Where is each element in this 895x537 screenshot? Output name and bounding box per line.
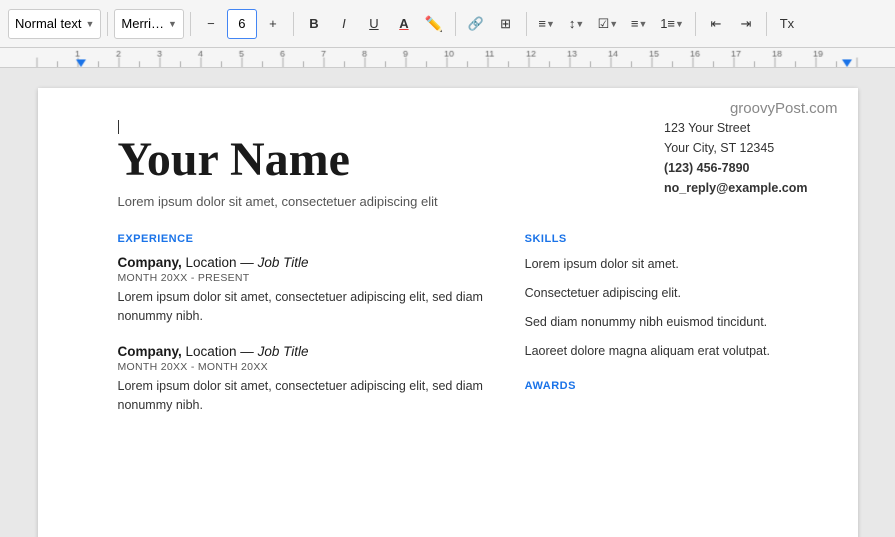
list-button[interactable]: ≡▼: [625, 9, 653, 39]
jobtitle-2: Job Title: [258, 344, 309, 359]
style-chevron-icon: ▼: [85, 19, 94, 29]
separator-1: [107, 12, 108, 36]
align-button[interactable]: ≡▼: [533, 9, 561, 39]
separator-2: [190, 12, 191, 36]
font-dropdown[interactable]: Merri… ▼: [114, 9, 184, 39]
toolbar: Normal text ▼ Merri… ▼ − + B I U A ✏️ 🔗 …: [0, 0, 895, 48]
font-size-decrease-button[interactable]: −: [197, 9, 225, 39]
job-date-2: MONTH 20XX - MONTH 20XX: [118, 361, 495, 373]
your-name: Your Name: [118, 134, 665, 187]
increase-indent-button[interactable]: ⇥: [732, 9, 760, 39]
body-right: SKILLS Lorem ipsum dolor sit amet. Conse…: [525, 233, 808, 432]
document-area[interactable]: groovyPost.com Your Name Lorem ipsum dol…: [0, 68, 895, 537]
cursor-indicator: [118, 118, 665, 134]
experience-title: EXPERIENCE: [118, 233, 495, 245]
resume-header: Your Name Lorem ipsum dolor sit amet, co…: [118, 118, 808, 213]
page: groovyPost.com Your Name Lorem ipsum dol…: [38, 88, 858, 537]
job-date-1: MONTH 20XX - PRESENT: [118, 272, 495, 284]
bold-button[interactable]: B: [300, 9, 328, 39]
link-button[interactable]: 🔗: [462, 9, 490, 39]
font-size-increase-button[interactable]: +: [259, 9, 287, 39]
style-label: Normal text: [15, 16, 81, 31]
skill-4: Laoreet dolore magna aliquam erat volutp…: [525, 342, 808, 361]
font-size-box: [227, 9, 257, 39]
skills-title: SKILLS: [525, 233, 808, 245]
ruler: [0, 48, 895, 68]
font-label: Merri…: [121, 16, 164, 31]
company-1: Company,: [118, 255, 182, 270]
ordered-list-button[interactable]: 1≡▼: [655, 9, 689, 39]
job-desc-2: Lorem ipsum dolor sit amet, consectetuer…: [118, 377, 495, 415]
header-right: 123 Your Street Your City, ST 12345 (123…: [664, 118, 808, 198]
ruler-canvas: [0, 48, 895, 67]
insert-button[interactable]: ⊞: [492, 9, 520, 39]
company-2: Company,: [118, 344, 182, 359]
job-entry-1: Company, Location — Job Title MONTH 20XX…: [118, 255, 495, 326]
watermark: groovyPost.com: [730, 100, 838, 117]
header-left: Your Name Lorem ipsum dolor sit amet, co…: [118, 118, 665, 213]
decrease-indent-button[interactable]: ⇤: [702, 9, 730, 39]
font-chevron-icon: ▼: [168, 19, 177, 29]
highlight-button[interactable]: ✏️: [420, 9, 449, 39]
separator-4: [455, 12, 456, 36]
skill-1: Lorem ipsum dolor sit amet.: [525, 255, 808, 274]
job-desc-1: Lorem ipsum dolor sit amet, consectetuer…: [118, 288, 495, 326]
email: no_reply@example.com: [664, 178, 808, 198]
resume-body: EXPERIENCE Company, Location — Job Title…: [118, 233, 808, 432]
phone: (123) 456-7890: [664, 158, 808, 178]
clear-formatting-button[interactable]: Tx: [773, 9, 801, 39]
separator-3: [293, 12, 294, 36]
text-color-button[interactable]: A: [390, 9, 418, 39]
style-dropdown[interactable]: Normal text ▼: [8, 9, 101, 39]
skill-2: Consectetuer adipiscing elit.: [525, 284, 808, 303]
awards-title: AWARDS: [525, 380, 808, 392]
checklist-button[interactable]: ☑▼: [593, 9, 624, 39]
address-line2: Your City, ST 12345: [664, 138, 808, 158]
line-spacing-button[interactable]: ↕▼: [563, 9, 591, 39]
jobtitle-1: Job Title: [258, 255, 309, 270]
address-line1: 123 Your Street: [664, 118, 808, 138]
job-entry-2: Company, Location — Job Title MONTH 20XX…: [118, 344, 495, 415]
separator-6: [695, 12, 696, 36]
separator-7: [766, 12, 767, 36]
underline-button[interactable]: U: [360, 9, 388, 39]
separator-5: [526, 12, 527, 36]
tagline: Lorem ipsum dolor sit amet, consectetuer…: [118, 194, 665, 209]
job-title-1: Company, Location — Job Title: [118, 255, 495, 270]
italic-button[interactable]: I: [330, 9, 358, 39]
font-size-input[interactable]: [228, 16, 256, 31]
body-left: EXPERIENCE Company, Location — Job Title…: [118, 233, 495, 432]
skill-3: Sed diam nonummy nibh euismod tincidunt.: [525, 313, 808, 332]
job-title-2: Company, Location — Job Title: [118, 344, 495, 359]
